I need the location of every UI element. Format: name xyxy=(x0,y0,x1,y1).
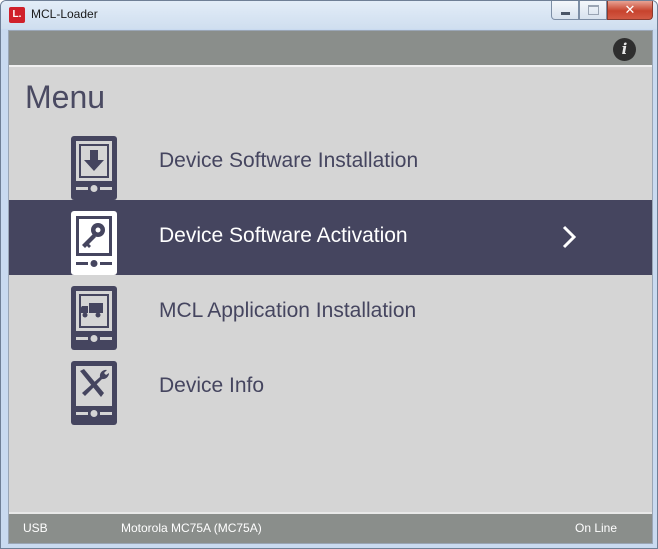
page-title: Menu xyxy=(25,79,106,115)
device-status: Motorola MC75A (MC75A) xyxy=(121,521,262,535)
minimize-icon xyxy=(560,11,570,15)
menu-item-device-info[interactable]: Device Info xyxy=(9,350,652,425)
title-bar[interactable]: L. MCL-Loader ✕ xyxy=(1,1,657,29)
online-status: On Line xyxy=(575,521,618,535)
menu-item-label: Device Software Activation xyxy=(159,224,408,247)
minimize-button[interactable] xyxy=(551,1,579,20)
menu-item-label: Device Software Installation xyxy=(159,149,419,172)
app-logo-icon: L. xyxy=(9,7,25,23)
connection-status: USB xyxy=(23,521,48,535)
menu-item-mcl-application-installation[interactable]: MCL Application Installation xyxy=(9,275,652,350)
menu-item-software-installation[interactable]: Device Software Installation xyxy=(9,125,652,200)
window-controls: ✕ xyxy=(551,1,653,21)
menu-item-label: Device Info xyxy=(159,374,265,397)
key-device-icon xyxy=(71,211,117,275)
menu-item-software-activation[interactable]: Device Software Activation xyxy=(9,200,652,275)
window-title: MCL-Loader xyxy=(31,7,98,21)
main-panel: i Menu Device Software Installation Devi… xyxy=(8,30,653,544)
app-window: L. MCL-Loader ✕ i Menu Device Software I… xyxy=(0,0,658,549)
close-button[interactable]: ✕ xyxy=(607,1,653,20)
chevron-right-icon xyxy=(562,225,577,249)
status-bar: USB Motorola MC75A (MC75A) On Line xyxy=(9,512,652,543)
truck-device-icon xyxy=(71,286,117,350)
download-device-icon xyxy=(71,136,117,200)
info-icon[interactable]: i xyxy=(613,38,636,61)
tools-device-icon xyxy=(71,361,117,425)
header-bar: i xyxy=(9,31,652,67)
maximize-icon xyxy=(587,5,599,15)
maximize-button[interactable] xyxy=(579,1,607,20)
close-icon: ✕ xyxy=(624,2,636,18)
menu-item-label: MCL Application Installation xyxy=(159,299,417,322)
